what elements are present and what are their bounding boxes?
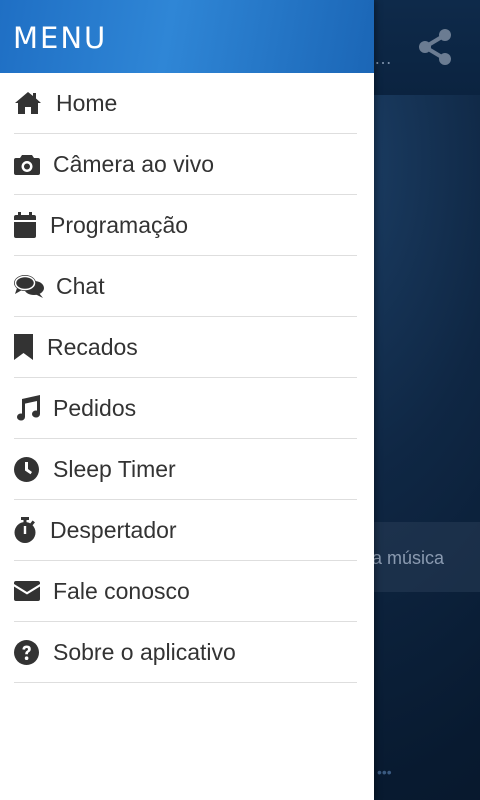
menu-item-contact[interactable]: Fale conosco [14, 561, 357, 622]
menu-list: Home Câmera ao vivo Programação Chat Rec… [0, 73, 374, 683]
menu-item-label: Sleep Timer [53, 455, 176, 482]
menu-item-label: Pedidos [53, 394, 137, 421]
menu-item-label: Home [56, 89, 118, 116]
more-dots: … [374, 48, 393, 68]
camera-icon [14, 150, 53, 178]
menu-item-requests[interactable]: Pedidos [14, 378, 357, 439]
menu-item-about[interactable]: Sobre o aplicativo [14, 622, 357, 683]
menu-item-chat[interactable]: Chat [14, 256, 357, 317]
share-icon[interactable] [416, 27, 454, 67]
home-icon [14, 89, 56, 117]
chat-icon [14, 272, 56, 300]
bookmark-icon [14, 333, 47, 361]
menu-item-label: Despertador [50, 516, 177, 543]
menu-item-camera[interactable]: Câmera ao vivo [14, 134, 357, 195]
drawer-header: MENU [0, 0, 374, 73]
stopwatch-icon [14, 516, 50, 544]
calendar-icon [14, 211, 50, 239]
envelope-icon [14, 577, 53, 605]
navigation-drawer: MENU Home Câmera ao vivo Programação Cha… [0, 0, 374, 800]
drawer-title: MENU [13, 21, 108, 55]
menu-item-messages[interactable]: Recados [14, 317, 357, 378]
bottom-dots: ••• [377, 764, 392, 780]
menu-item-label: Chat [56, 272, 105, 299]
menu-item-schedule[interactable]: Programação [14, 195, 357, 256]
clock-icon [14, 455, 53, 483]
menu-item-alarm[interactable]: Despertador [14, 500, 357, 561]
now-playing-text: a música [372, 548, 445, 568]
menu-item-label: Programação [50, 211, 189, 238]
menu-item-sleep-timer[interactable]: Sleep Timer [14, 439, 357, 500]
question-icon [14, 638, 53, 666]
menu-item-label: Sobre o aplicativo [53, 638, 236, 665]
menu-item-label: Fale conosco [53, 577, 190, 604]
menu-item-home[interactable]: Home [14, 73, 357, 134]
music-icon [14, 394, 53, 422]
menu-item-label: Câmera ao vivo [53, 150, 215, 177]
menu-item-label: Recados [47, 333, 138, 360]
